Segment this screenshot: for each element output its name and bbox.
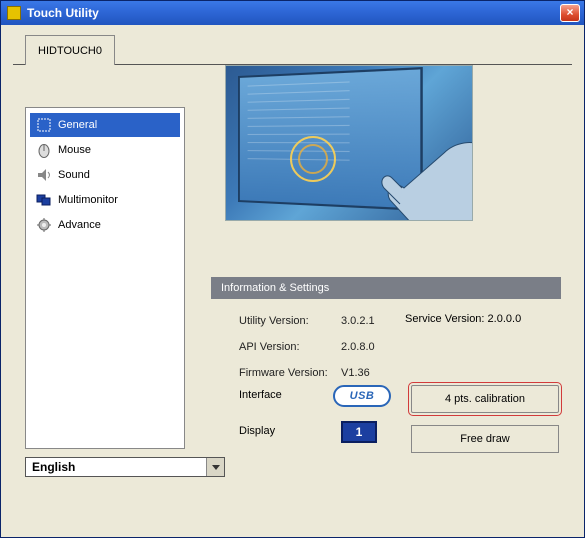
- usb-badge: USB: [333, 385, 391, 407]
- service-version-label: Service Version:: [405, 313, 484, 325]
- display-value: 1: [356, 425, 363, 439]
- tab-label: HIDTOUCH0: [38, 45, 102, 57]
- service-version-row: Service Version: 2.0.0.0: [405, 313, 521, 325]
- free-draw-button-label: Free draw: [460, 433, 510, 445]
- interface-row: Interface: [239, 389, 282, 401]
- api-version-row: API Version: 2.0.8.0: [239, 339, 375, 355]
- utility-version-value: 3.0.2.1: [341, 313, 375, 329]
- firmware-version-value: V1.36: [341, 365, 370, 381]
- calibration-button[interactable]: 4 pts. calibration: [411, 385, 559, 413]
- section-header: Information & Settings: [211, 277, 561, 299]
- sidebar-item-multimonitor[interactable]: Multimonitor: [30, 188, 180, 212]
- sidebar-item-label: Multimonitor: [58, 194, 118, 206]
- display-badge[interactable]: 1: [341, 421, 377, 443]
- app-icon: [7, 6, 21, 20]
- sidebar-item-label: Sound: [58, 169, 90, 181]
- service-version-value: 2.0.0.0: [488, 313, 522, 325]
- gear-icon: [36, 217, 52, 233]
- sidebar-item-label: Mouse: [58, 144, 91, 156]
- api-version-label: API Version:: [239, 339, 339, 355]
- sidebar-item-label: General: [58, 119, 97, 131]
- utility-version-label: Utility Version:: [239, 313, 339, 329]
- sidebar-item-label: Advance: [58, 219, 101, 231]
- app-window: Touch Utility × HIDTOUCH0 General: [0, 0, 585, 538]
- hero-image: [225, 65, 473, 221]
- language-value: English: [26, 460, 206, 474]
- sidebar-item-general[interactable]: General: [30, 113, 180, 137]
- tab-hidtouch0[interactable]: HIDTOUCH0: [25, 35, 115, 65]
- window-title: Touch Utility: [27, 6, 560, 20]
- close-button[interactable]: ×: [560, 4, 580, 22]
- language-select[interactable]: English: [25, 457, 225, 477]
- interface-label: Interface: [239, 389, 282, 401]
- section-header-label: Information & Settings: [221, 282, 329, 294]
- utility-version-row: Utility Version: 3.0.2.1: [239, 313, 375, 329]
- api-version-value: 2.0.8.0: [341, 339, 375, 355]
- sidebar-item-mouse[interactable]: Mouse: [30, 138, 180, 162]
- info-block: Utility Version: 3.0.2.1 API Version: 2.…: [239, 313, 375, 381]
- sidebar: General Mouse Sound: [25, 107, 185, 449]
- free-draw-button[interactable]: Free draw: [411, 425, 559, 453]
- display-row: Display: [239, 425, 275, 437]
- tab-strip: HIDTOUCH0: [13, 35, 572, 65]
- chevron-down-icon: [206, 458, 224, 476]
- titlebar: Touch Utility ×: [1, 1, 584, 25]
- hero-hand: [334, 108, 473, 221]
- display-label: Display: [239, 425, 275, 437]
- panel-area: General Mouse Sound: [13, 65, 572, 485]
- sound-icon: [36, 167, 52, 183]
- multimonitor-icon: [36, 192, 52, 208]
- calibration-button-label: 4 pts. calibration: [445, 393, 525, 405]
- firmware-version-row: Firmware Version: V1.36: [239, 365, 375, 381]
- interface-value: USB: [350, 390, 375, 402]
- client-area: HIDTOUCH0 General Mouse: [1, 25, 584, 537]
- sidebar-item-sound[interactable]: Sound: [30, 163, 180, 187]
- firmware-version-label: Firmware Version:: [239, 365, 339, 381]
- mouse-icon: [36, 142, 52, 158]
- sidebar-item-advance[interactable]: Advance: [30, 213, 180, 237]
- general-icon: [36, 117, 52, 133]
- hero-touch-ring: [290, 136, 336, 182]
